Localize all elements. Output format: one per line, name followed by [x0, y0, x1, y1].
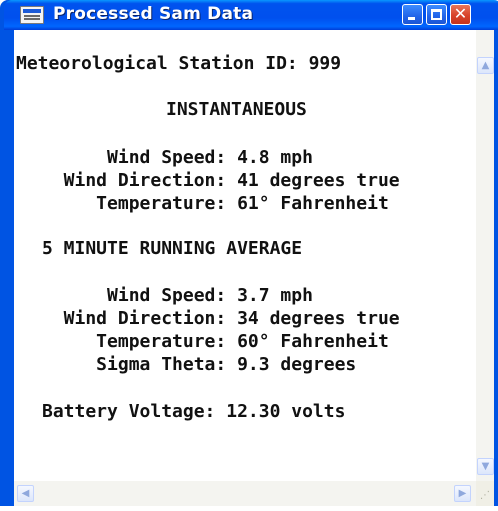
arrow-left-icon: ◀	[21, 488, 30, 499]
horizontal-scrollbar[interactable]: ◀ ▶	[14, 481, 476, 506]
arrow-down-icon: ▼	[481, 461, 490, 472]
scroll-left-button[interactable]: ◀	[17, 485, 34, 502]
scroll-right-button[interactable]: ▶	[454, 485, 471, 502]
title-bar[interactable]: Processed Sam Data ✕	[4, 0, 498, 30]
average-heading: 5 MINUTE RUNNING AVERAGE	[42, 238, 303, 259]
inst-wind-direction-line: Wind Direction: 41 degrees true	[42, 170, 400, 191]
vertical-scrollbar-top[interactable]	[476, 30, 494, 53]
resize-grip[interactable]: ⋰	[476, 481, 494, 506]
window-title: Processed Sam Data	[53, 4, 254, 24]
close-icon: ✕	[453, 4, 468, 23]
minimize-icon	[408, 17, 415, 20]
vertical-scrollbar[interactable]: ▲ ▼	[476, 53, 494, 481]
close-button[interactable]: ✕	[450, 4, 471, 25]
avg-wind-speed-line: Wind Speed: 3.7 mph	[42, 285, 313, 306]
report-area-top	[14, 30, 476, 53]
arrow-up-icon: ▲	[481, 60, 490, 71]
arrow-right-icon: ▶	[458, 488, 467, 499]
scroll-up-button[interactable]: ▲	[477, 57, 494, 74]
maximize-icon	[431, 9, 442, 20]
inst-temperature-line: Temperature: 61° Fahrenheit	[42, 193, 389, 214]
avg-wind-direction-line: Wind Direction: 34 degrees true	[42, 308, 400, 329]
minimize-button[interactable]	[402, 4, 423, 25]
maximize-button[interactable]	[426, 4, 447, 25]
avg-sigma-theta-line: Sigma Theta: 9.3 degrees	[42, 354, 357, 375]
battery-voltage-line: Battery Voltage: 12.30 volts	[42, 401, 346, 422]
instantaneous-heading: INSTANTANEOUS	[166, 99, 307, 120]
scroll-down-button[interactable]: ▼	[477, 458, 494, 475]
app-window-icon[interactable]	[20, 6, 44, 24]
resize-grip-icon: ⋰	[480, 490, 490, 501]
inst-wind-speed-line: Wind Speed: 4.8 mph	[42, 147, 313, 168]
station-id-line: Meteorological Station ID: 999	[16, 53, 342, 74]
avg-temperature-line: Temperature: 60° Fahrenheit	[42, 331, 389, 352]
